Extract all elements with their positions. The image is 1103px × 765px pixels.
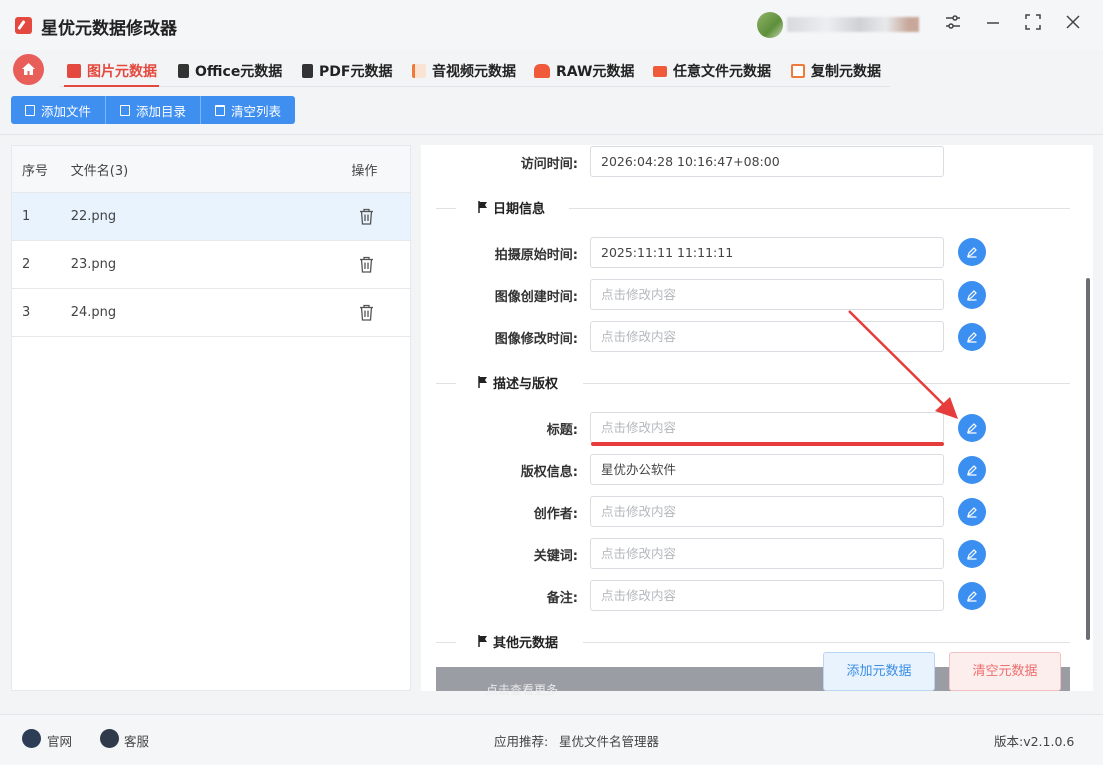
copy-meta-icon xyxy=(791,64,805,78)
file-list-panel: 序号 文件名(3) 操作 1 22.png 2 23.png 3 24.png xyxy=(11,145,411,691)
recommend-app-link[interactable]: 星优文件名管理器 xyxy=(559,731,659,750)
flag-icon xyxy=(478,635,487,647)
table-row[interactable]: 1 22.png xyxy=(12,193,410,241)
title-label: 标题: xyxy=(546,423,578,438)
tabs-divider xyxy=(60,86,890,87)
shot-time-field[interactable]: 2025:11:11 11:11:11 xyxy=(590,237,944,268)
app-logo-icon xyxy=(15,17,32,34)
copyright-label: 版权信息: xyxy=(520,465,578,480)
highlight-underline xyxy=(591,442,944,446)
recommend-label: 应用推荐: xyxy=(494,734,549,749)
tab-pdf-metadata[interactable]: PDF元数据 xyxy=(302,58,392,84)
add-directory-button[interactable]: 添加目录 xyxy=(106,96,202,124)
website-link[interactable]: 官网 xyxy=(47,731,72,750)
website-icon[interactable] xyxy=(22,729,41,748)
raw-icon xyxy=(534,64,550,78)
settings-icon[interactable] xyxy=(942,13,964,35)
section-other-metadata: 其他元数据 xyxy=(436,632,1070,652)
tab-office-metadata[interactable]: Office元数据 xyxy=(178,58,282,84)
create-time-field[interactable]: 点击修改内容 xyxy=(590,279,944,310)
file-icon xyxy=(25,104,35,116)
author-label: 创作者: xyxy=(533,507,578,522)
image-meta-icon xyxy=(67,64,81,78)
table-row[interactable]: 3 24.png xyxy=(12,289,410,337)
folder-icon xyxy=(120,104,131,116)
modify-time-field[interactable]: 点击修改内容 xyxy=(590,321,944,352)
remark-label: 备注: xyxy=(546,591,578,606)
anyfile-icon xyxy=(653,65,667,77)
edit-create-time-button[interactable] xyxy=(958,281,986,309)
table-row[interactable]: 2 23.png xyxy=(12,241,410,289)
file-table-header: 序号 文件名(3) 操作 xyxy=(12,146,410,193)
status-bar: 官网 客服 应用推荐: 星优文件名管理器 版本:v2.1.0.6 xyxy=(0,714,1103,765)
section-description-copyright: 描述与版权 xyxy=(436,373,1070,393)
clear-list-button[interactable]: 清空列表 xyxy=(201,96,295,124)
edit-modify-time-button[interactable] xyxy=(958,323,986,351)
edit-remark-button[interactable] xyxy=(958,582,986,610)
pencil-icon xyxy=(967,332,977,343)
chat-icon[interactable] xyxy=(100,729,119,748)
avatar[interactable] xyxy=(757,12,783,38)
pdf-icon xyxy=(302,64,313,78)
pencil-icon xyxy=(967,290,977,301)
copyright-field[interactable]: 星优办公软件 xyxy=(590,454,944,485)
edit-shot-time-button[interactable] xyxy=(958,238,986,266)
user-account[interactable] xyxy=(757,12,922,38)
pencil-icon xyxy=(967,247,977,258)
maximize-icon[interactable] xyxy=(1022,13,1044,35)
version-text: 版本:v2.1.0.6 xyxy=(994,734,1075,749)
pencil-icon xyxy=(967,465,977,476)
media-icon xyxy=(412,64,426,78)
header-index: 序号 xyxy=(22,163,49,179)
tab-image-metadata[interactable]: 图片元数据 xyxy=(67,58,157,84)
tab-media-metadata[interactable]: 音视频元数据 xyxy=(412,58,516,84)
pencil-icon xyxy=(967,423,977,434)
pencil-icon xyxy=(967,591,977,602)
tab-anyfile-metadata[interactable]: 任意文件元数据 xyxy=(653,58,771,84)
clear-metadata-button[interactable]: 清空元数据 xyxy=(949,652,1061,691)
add-metadata-button[interactable]: 添加元数据 xyxy=(823,652,935,691)
section-date-info: 日期信息 xyxy=(436,198,1070,218)
delete-icon[interactable] xyxy=(359,256,374,273)
active-tab-indicator xyxy=(64,85,159,87)
edit-author-button[interactable] xyxy=(958,498,986,526)
user-name-blurred xyxy=(787,17,919,32)
office-icon xyxy=(178,64,189,78)
keywords-field[interactable]: 点击修改内容 xyxy=(590,538,944,569)
service-link[interactable]: 客服 xyxy=(124,731,149,750)
title-field[interactable]: 点击修改内容 xyxy=(590,412,944,443)
author-field[interactable]: 点击修改内容 xyxy=(590,496,944,527)
app-title: 星优元数据修改器 xyxy=(41,19,177,39)
edit-keywords-button[interactable] xyxy=(958,540,986,568)
title-bar: 星优元数据修改器 xyxy=(0,0,1103,50)
keywords-label: 关键词: xyxy=(533,549,578,564)
header-action: 操作 xyxy=(351,163,378,179)
tab-copy-metadata[interactable]: 复制元数据 xyxy=(791,58,881,84)
tab-raw-metadata[interactable]: RAW元数据 xyxy=(534,58,634,84)
header-divider xyxy=(0,134,1103,135)
delete-icon[interactable] xyxy=(359,208,374,225)
edit-title-button[interactable] xyxy=(958,414,986,442)
edit-copyright-button[interactable] xyxy=(958,456,986,484)
pencil-icon xyxy=(967,507,977,518)
shot-time-label: 拍摄原始时间: xyxy=(494,248,578,263)
create-time-label: 图像创建时间: xyxy=(494,290,578,305)
form-scrollbar[interactable] xyxy=(1086,278,1090,640)
flag-icon xyxy=(478,201,487,213)
home-button[interactable] xyxy=(13,54,44,85)
pencil-icon xyxy=(967,549,977,560)
access-time-label: 访问时间: xyxy=(520,157,578,172)
minimize-icon[interactable] xyxy=(982,13,1004,35)
trash-icon xyxy=(215,104,226,116)
header-filename: 文件名(3) xyxy=(70,163,129,179)
access-time-field[interactable]: 2026:04:28 10:16:47+08:00 xyxy=(590,146,944,177)
add-file-button[interactable]: 添加文件 xyxy=(11,96,107,124)
modify-time-label: 图像修改时间: xyxy=(494,332,578,347)
close-icon[interactable] xyxy=(1062,13,1084,35)
delete-icon[interactable] xyxy=(359,304,374,321)
home-icon xyxy=(22,63,35,75)
file-toolbar: 添加文件 添加目录 清空列表 xyxy=(11,96,296,124)
remark-field[interactable]: 点击修改内容 xyxy=(590,580,944,611)
flag-icon xyxy=(478,376,487,388)
